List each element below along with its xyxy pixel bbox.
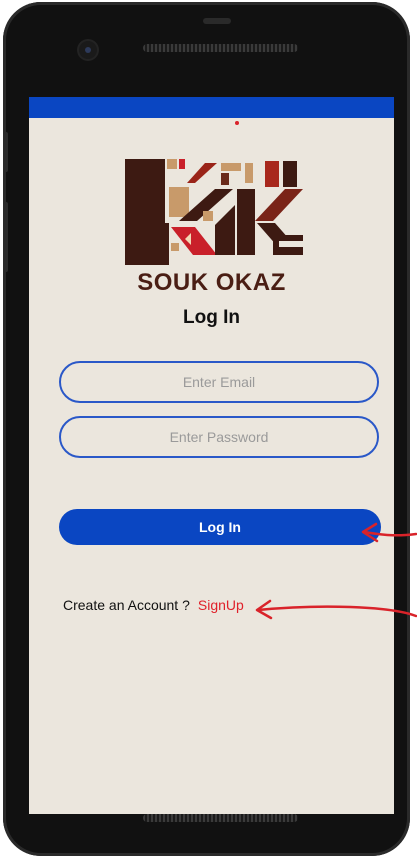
app-screen: SOUK OKAZ Log In Log In Create an Accoun… [29,97,394,814]
password-field[interactable] [59,416,379,458]
souk-okaz-logo-icon [125,159,303,265]
login-button[interactable]: Log In [59,509,381,545]
bottom-speaker-grille [143,814,298,822]
earpiece-slot [203,18,231,24]
signup-prompt-row: Create an Account ? SignUp [63,597,244,613]
brand-name: SOUK OKAZ [137,269,286,296]
phone-frame: SOUK OKAZ Log In Log In Create an Accoun… [3,2,410,856]
page-title: Log In [183,307,240,328]
power-button [3,202,8,272]
top-speaker-grille [143,44,298,52]
volume-button [3,132,8,172]
front-camera-icon [79,41,97,59]
email-field[interactable] [59,361,379,403]
loading-indicator [235,121,239,125]
status-bar [29,97,394,118]
signup-link[interactable]: SignUp [198,597,244,613]
signup-prompt-text: Create an Account ? [63,597,190,613]
